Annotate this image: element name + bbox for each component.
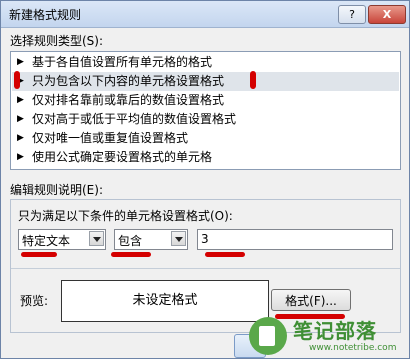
format-preview-box: 未设定格式 <box>61 280 269 322</box>
watermark-url: www.notetribe.com <box>309 343 397 353</box>
divider <box>11 268 400 269</box>
annotation-underline <box>111 252 151 257</box>
rule-description-label: 编辑规则说明(E): <box>10 183 103 197</box>
rule-type-item[interactable]: ▶ 仅对排名靠前或靠后的数值设置格式 <box>12 91 399 110</box>
triangle-right-icon: ▶ <box>17 114 24 124</box>
rule-type-item-label: 只为包含以下内容的单元格设置格式 <box>32 74 225 88</box>
rule-description-panel: 只为满足以下条件的单元格设置格式(O): 特定文本 包含 3 预览: 未设定格式… <box>10 199 401 333</box>
rule-type-item-label: 仅对高于或低于平均值的数值设置格式 <box>32 112 237 126</box>
format-button[interactable]: 格式(F)... <box>271 289 351 311</box>
rule-type-item-label: 基于各自值设置所有单元格的格式 <box>32 55 213 69</box>
field-type-value: 特定文本 <box>22 234 71 248</box>
triangle-right-icon: ▶ <box>17 152 24 162</box>
rule-type-label: 选择规则类型(S): <box>10 34 104 48</box>
title-bar: 新建格式规则 ? X <box>1 1 409 28</box>
watermark-name: 笔记部落 <box>293 319 377 343</box>
rule-type-item-label: 仅对排名靠前或靠后的数值设置格式 <box>32 93 225 107</box>
dialog-title: 新建格式规则 <box>9 8 82 22</box>
condition-value-text: 3 <box>201 232 209 246</box>
triangle-right-icon: ▶ <box>17 133 24 143</box>
rule-type-item[interactable]: ▶ 使用公式确定要设置格式的单元格 <box>12 148 399 167</box>
operator-select[interactable]: 包含 <box>114 229 188 250</box>
rule-type-item-selected[interactable]: ▶ 只为包含以下内容的单元格设置格式 <box>12 72 399 91</box>
rule-type-item-label: 使用公式确定要设置格式的单元格 <box>32 150 213 164</box>
rule-type-list[interactable]: ▶ 基于各自值设置所有单元格的格式 ▶ 只为包含以下内容的单元格设置格式 ▶ 仅… <box>10 51 401 170</box>
preview-label: 预览: <box>20 294 49 308</box>
annotation-underline <box>205 252 245 257</box>
field-type-select[interactable]: 特定文本 <box>18 229 106 250</box>
new-format-rule-dialog: 新建格式规则 ? X 选择规则类型(S): ▶ 基于各自值设置所有单元格的格式 … <box>0 0 410 359</box>
notebook-icon <box>249 317 287 355</box>
watermark: 笔记部落 www.notetribe.com <box>247 315 407 357</box>
triangle-right-icon: ▶ <box>17 57 24 67</box>
rule-type-item-label: 仅对唯一值或重复值设置格式 <box>32 131 189 145</box>
condition-value-input[interactable]: 3 <box>197 229 393 250</box>
annotation-mark <box>250 71 256 89</box>
operator-value: 包含 <box>118 234 143 248</box>
rule-type-item[interactable]: ▶ 仅对唯一值或重复值设置格式 <box>12 129 399 148</box>
close-button[interactable]: X <box>368 5 406 24</box>
chevron-down-icon[interactable] <box>89 231 104 246</box>
condition-label: 只为满足以下条件的单元格设置格式(O): <box>18 209 233 223</box>
triangle-right-icon: ▶ <box>17 95 24 105</box>
annotation-mark <box>14 71 20 89</box>
help-button[interactable]: ? <box>338 5 366 24</box>
rule-type-item[interactable]: ▶ 仅对高于或低于平均值的数值设置格式 <box>12 110 399 129</box>
chevron-down-icon[interactable] <box>171 231 186 246</box>
annotation-underline <box>21 252 57 257</box>
rule-type-item[interactable]: ▶ 基于各自值设置所有单元格的格式 <box>12 53 399 72</box>
